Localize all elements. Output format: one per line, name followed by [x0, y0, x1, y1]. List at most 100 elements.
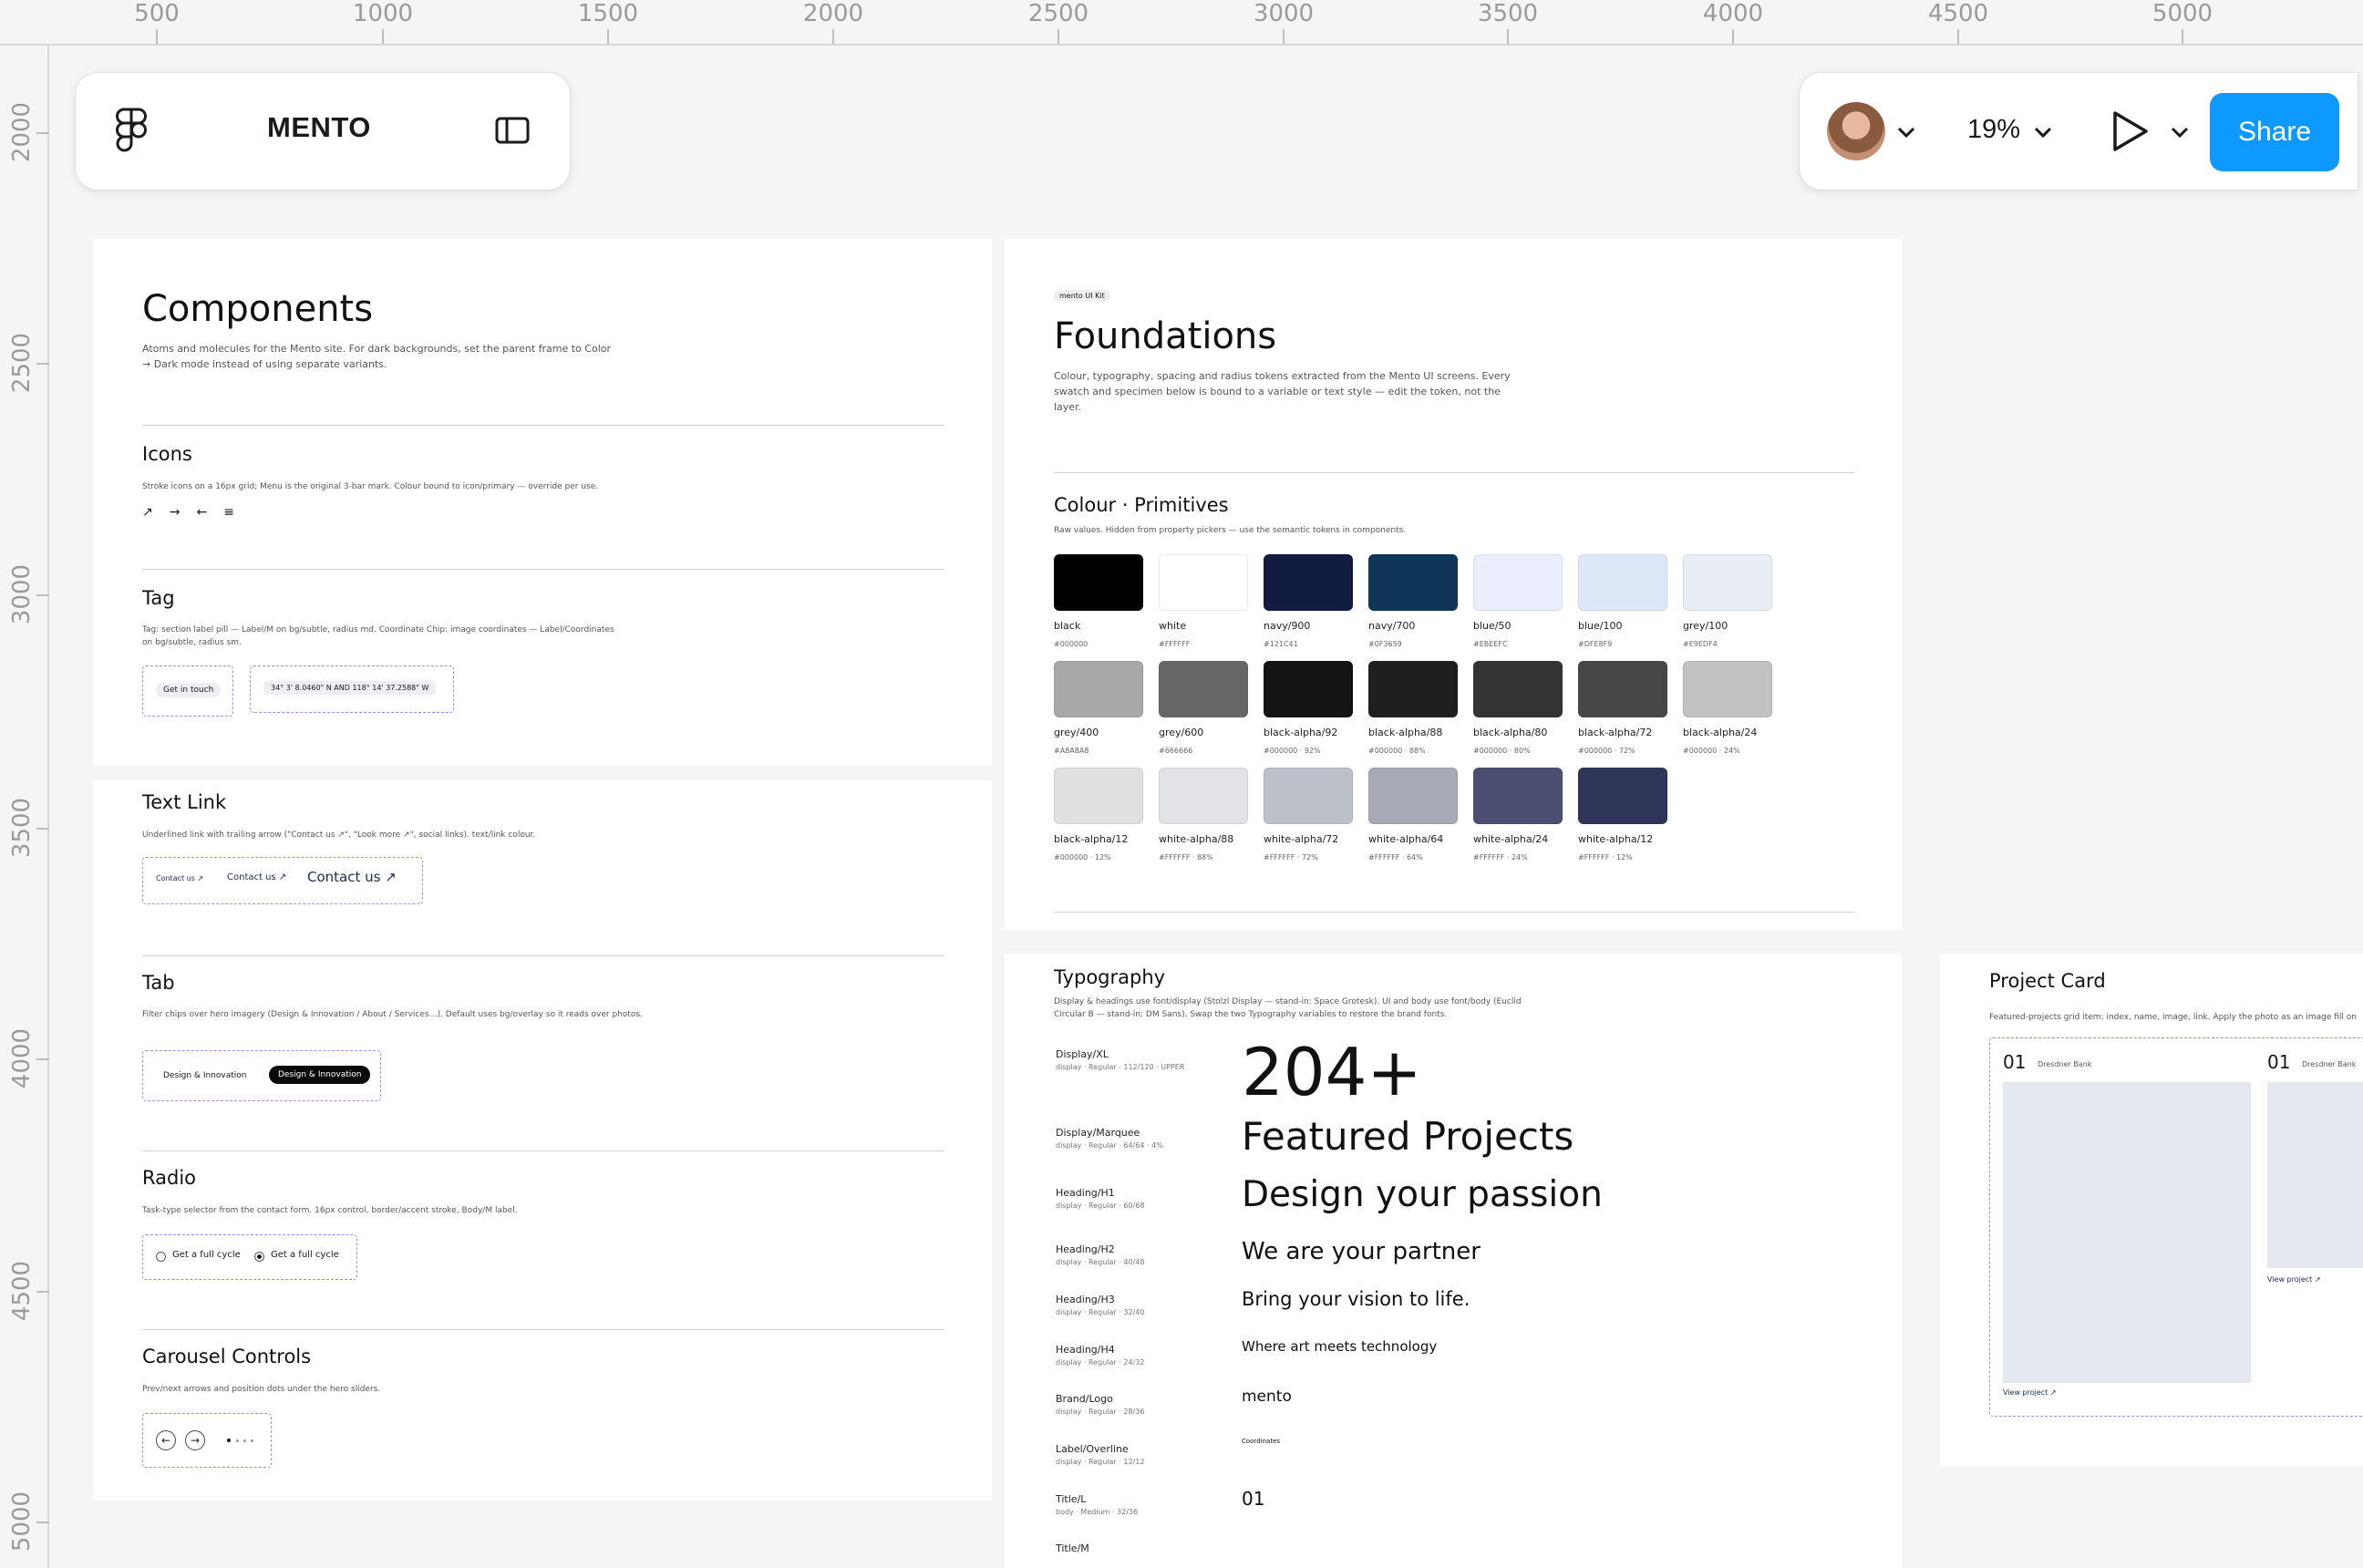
type-specimen: 01	[1242, 1488, 1265, 1510]
ruler-tick: 500	[120, 0, 193, 44]
swatch-value: #E9EDF4	[1683, 640, 1718, 648]
ruler-tick: 2000	[797, 0, 870, 44]
swatch-name: grey/600	[1159, 727, 1204, 738]
color-swatch[interactable]: navy/700 #0F3659	[1368, 554, 1460, 648]
color-swatch[interactable]: black-alpha/12 #000000 · 12%	[1054, 768, 1145, 861]
tag-variant-box: Get in touch	[142, 665, 233, 717]
ruler-tick: 5000	[0, 1491, 49, 1552]
typography-frame[interactable]: Typography Display & headings use font/d…	[1005, 954, 1902, 1568]
swatch-chip	[1054, 768, 1143, 824]
type-specimen: Design your passion	[1242, 1174, 1603, 1215]
color-swatch[interactable]: black #000000	[1054, 554, 1145, 648]
color-swatch[interactable]: black-alpha/80 #000000 · 80%	[1473, 661, 1564, 755]
text-link-variants-box: Contact us ↗ Contact us ↗ Contact us ↗	[142, 857, 423, 904]
project-image[interactable]	[2267, 1082, 2363, 1268]
radio-unchecked[interactable]	[156, 1252, 166, 1262]
components-frame[interactable]: Components Atoms and molecules for the M…	[93, 239, 992, 766]
type-style-name: Display/Marquee	[1056, 1127, 1140, 1139]
swatch-value: #000000 · 88%	[1368, 747, 1426, 755]
type-style-name: Heading/H1	[1056, 1187, 1115, 1199]
swatch-name: navy/900	[1264, 620, 1311, 632]
swatch-name: black-alpha/92	[1264, 727, 1338, 738]
figma-menu-icon[interactable]	[116, 108, 147, 153]
tab-active[interactable]: Design & Innovation	[269, 1066, 371, 1084]
type-style-name: Label/Overline	[1056, 1443, 1129, 1455]
sidebar-toggle-icon[interactable]	[495, 117, 530, 144]
type-style-name: Heading/H3	[1056, 1294, 1115, 1305]
swatch-chip	[1683, 661, 1772, 717]
radio-desc: Task-type selector from the contact form…	[142, 1206, 518, 1215]
swatch-chip	[1159, 661, 1248, 717]
chevron-down-icon[interactable]	[1896, 126, 1916, 139]
tab-default[interactable]: Design & Innovation	[163, 1071, 246, 1080]
ruler-tick: 3500	[0, 798, 49, 858]
avatar[interactable]	[1827, 102, 1885, 160]
color-swatch[interactable]: grey/100 #E9EDF4	[1683, 554, 1774, 648]
text-link-medium[interactable]: Contact us ↗	[227, 872, 286, 882]
play-icon[interactable]	[2110, 109, 2150, 153]
swatch-name: white-alpha/88	[1159, 833, 1234, 845]
zoom-level[interactable]: 19%	[1967, 115, 2020, 145]
swatch-name: black-alpha/72	[1578, 727, 1653, 738]
file-name[interactable]: MENTO	[267, 111, 371, 144]
view-project-link[interactable]: View project ↗	[2003, 1388, 2057, 1397]
swatch-name: white-alpha/64	[1368, 833, 1444, 845]
share-button[interactable]: Share	[2210, 93, 2339, 171]
carousel-dot[interactable]	[236, 1439, 239, 1442]
swatch-value: #0F3659	[1368, 640, 1402, 648]
components-frame-continued[interactable]: Text Link Underlined link with trailing …	[93, 780, 992, 1501]
carousel-prev-button[interactable]: ←	[156, 1430, 176, 1450]
swatch-value: #FFFFFF	[1159, 640, 1191, 648]
color-swatch[interactable]: white-alpha/88 #FFFFFF · 88%	[1159, 768, 1250, 861]
carousel-section-title: Carousel Controls	[142, 1346, 312, 1367]
color-swatch[interactable]: black-alpha/72 #000000 · 72%	[1578, 661, 1669, 755]
color-swatch[interactable]: blue/50 #EBEEFC	[1473, 554, 1564, 648]
swatch-value: #FFFFFF · 88%	[1159, 853, 1213, 861]
carousel-next-button[interactable]: →	[185, 1430, 205, 1450]
swatch-value: #FFFFFF · 12%	[1578, 853, 1633, 861]
text-link-small[interactable]: Contact us ↗	[156, 874, 203, 882]
color-swatch[interactable]: white-alpha/12 #FFFFFF · 12%	[1578, 768, 1669, 861]
carousel-dot-active[interactable]	[227, 1439, 231, 1442]
swatch-chip	[1473, 768, 1563, 824]
color-swatch[interactable]: blue/100 #DFE8F9	[1578, 554, 1669, 648]
tab-desc: Filter chips over hero imagery (Design &…	[142, 1010, 643, 1019]
file-toolbar: MENTO	[76, 73, 570, 190]
swatch-name: white-alpha/72	[1264, 833, 1339, 845]
swatch-chip	[1159, 554, 1248, 611]
swatch-chip	[1473, 661, 1563, 717]
ruler-vertical: 2000 2500 3000 3500 4000 4500 5000	[0, 46, 49, 1568]
radio-checked[interactable]	[254, 1252, 264, 1262]
project-card-frame[interactable]: Project Card Featured-projects grid item…	[1940, 954, 2363, 1466]
type-style-name: Heading/H2	[1056, 1243, 1115, 1255]
color-swatch[interactable]: white-alpha/24 #FFFFFF · 24%	[1473, 768, 1564, 861]
color-swatch[interactable]: white #FFFFFF	[1159, 554, 1250, 648]
icons-desc: Stroke icons on a 16px grid; Menu is the…	[142, 482, 599, 491]
radio-label: Get a full cycle	[271, 1250, 339, 1260]
view-project-link[interactable]: View project ↗	[2267, 1275, 2321, 1284]
color-swatch[interactable]: grey/600 #666666	[1159, 661, 1250, 755]
swatch-chip	[1264, 768, 1353, 824]
color-swatch[interactable]: black-alpha/88 #000000 · 88%	[1368, 661, 1460, 755]
text-link-large[interactable]: Contact us ↗	[307, 869, 397, 885]
color-swatch[interactable]: white-alpha/72 #FFFFFF · 72%	[1264, 768, 1355, 861]
color-swatch[interactable]: black-alpha/92 #000000 · 92%	[1264, 661, 1355, 755]
color-swatch[interactable]: black-alpha/24 #000000 · 24%	[1683, 661, 1774, 755]
type-style-meta: display · Regular · 12/12	[1056, 1458, 1145, 1466]
text-link-desc: Underlined link with trailing arrow ("Co…	[142, 830, 536, 840]
color-swatch[interactable]: grey/400 #A8A8A8	[1054, 661, 1145, 755]
chevron-down-icon[interactable]	[2033, 126, 2053, 139]
color-swatch[interactable]: white-alpha/64 #FFFFFF · 64%	[1368, 768, 1460, 861]
type-specimen: Featured Projects	[1242, 1114, 1574, 1159]
swatch-value: #000000 · 72%	[1578, 747, 1636, 755]
color-swatch[interactable]: navy/900 #121C41	[1264, 554, 1355, 648]
radio-label: Get a full cycle	[172, 1250, 241, 1260]
project-image[interactable]	[2003, 1082, 2251, 1383]
carousel-dot[interactable]	[251, 1439, 253, 1442]
ruler-tick: 4500	[1922, 0, 1995, 44]
foundations-frame[interactable]: mento UI Kit Foundations Colour, typogra…	[1005, 239, 1902, 930]
swatch-value: #000000	[1054, 640, 1089, 648]
carousel-dot[interactable]	[243, 1439, 246, 1442]
swatch-value: #DFE8F9	[1578, 640, 1613, 648]
chevron-down-icon[interactable]	[2170, 126, 2190, 139]
